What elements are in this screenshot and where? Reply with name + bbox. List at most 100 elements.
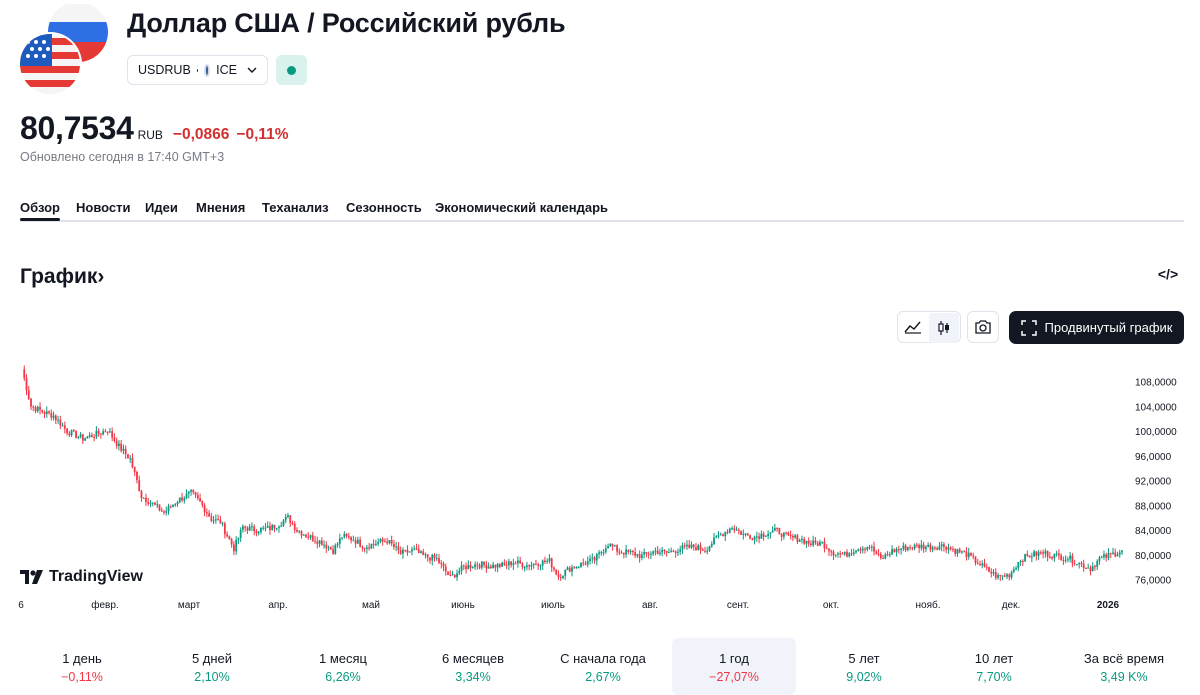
- period-label: 1 месяц: [319, 651, 367, 666]
- candle: [194, 491, 197, 498]
- tab-technicals[interactable]: Теханализ: [262, 200, 329, 215]
- candle: [124, 445, 127, 459]
- period-button[interactable]: За всё время 3,49 K%: [1062, 638, 1186, 695]
- candle: [59, 415, 62, 430]
- candle: [1019, 559, 1022, 566]
- candle: [913, 543, 916, 551]
- candle: [309, 534, 312, 540]
- candle: [893, 548, 896, 553]
- candle: [749, 534, 751, 540]
- x-tick-label: дек.: [1002, 600, 1021, 611]
- period-button[interactable]: С начала года 2,67%: [541, 638, 665, 695]
- candle: [510, 560, 513, 568]
- x-tick-label: май: [362, 600, 380, 611]
- candle: [239, 527, 242, 543]
- tab-news[interactable]: Новости: [76, 200, 131, 215]
- candle: [631, 550, 634, 556]
- candle: [214, 514, 217, 524]
- candle: [111, 427, 114, 442]
- candle: [726, 529, 729, 535]
- candles-icon[interactable]: [929, 313, 959, 343]
- candle: [1080, 561, 1083, 567]
- price-block: 80,7534 RUB −0,0866 −0,11%: [20, 110, 296, 147]
- candle: [866, 546, 869, 552]
- candle: [645, 551, 648, 558]
- candle: [230, 537, 233, 548]
- candle: [1060, 553, 1063, 561]
- candle: [63, 421, 66, 434]
- advanced-chart-button[interactable]: Продвинутый график: [1009, 311, 1184, 344]
- candle: [271, 523, 274, 531]
- candle: [602, 549, 605, 556]
- tab-ideas[interactable]: Идеи: [145, 200, 178, 215]
- candle: [668, 548, 670, 554]
- period-button[interactable]: 5 лет 9,02%: [802, 638, 926, 695]
- candle: [918, 543, 921, 554]
- candle: [420, 550, 422, 554]
- period-button[interactable]: 1 месяц 6,26%: [281, 638, 405, 695]
- embed-code-icon[interactable]: </>: [1157, 266, 1179, 288]
- period-button[interactable]: 1 день −0,11%: [20, 638, 144, 695]
- candle: [1116, 551, 1119, 557]
- symbol-selector[interactable]: USDRUB ICE: [127, 55, 268, 85]
- candle: [798, 538, 801, 543]
- symbol-ticker: USDRUB: [138, 63, 191, 77]
- exchange-name: ICE: [216, 63, 237, 77]
- candle: [1096, 559, 1099, 571]
- candle: [713, 532, 715, 546]
- candle: [483, 561, 485, 568]
- candle: [45, 406, 48, 418]
- candle: [469, 561, 472, 572]
- candle: [84, 437, 87, 441]
- candle: [1030, 552, 1033, 563]
- period-button[interactable]: 5 дней 2,10%: [150, 638, 274, 695]
- candle: [122, 444, 125, 455]
- chart-section-title[interactable]: График›: [20, 265, 104, 289]
- period-button[interactable]: 6 месяцев 3,34%: [411, 638, 535, 695]
- area-chart-icon[interactable]: [898, 312, 928, 342]
- candle: [782, 532, 785, 540]
- candle: [546, 558, 549, 564]
- period-change: 2,10%: [194, 670, 230, 684]
- candle: [260, 527, 262, 535]
- candle: [771, 526, 774, 533]
- candle: [539, 564, 542, 571]
- candle: [359, 536, 362, 548]
- candle: [924, 545, 927, 552]
- tab-opinions[interactable]: Мнения: [196, 200, 245, 215]
- price-chart[interactable]: 108,0000 104,0000 100,0000 96,0000 92,0000 88…: [0, 355, 1200, 615]
- candle: [1024, 553, 1026, 562]
- tab-overview[interactable]: Обзор: [20, 200, 60, 221]
- candle: [1082, 559, 1085, 572]
- market-status-badge[interactable]: [276, 55, 307, 85]
- period-button[interactable]: 1 год −27,07%: [672, 638, 796, 695]
- x-tick-label: окт.: [823, 600, 839, 611]
- period-button[interactable]: 10 лет 7,70%: [932, 638, 1056, 695]
- candle: [992, 569, 995, 576]
- candle: [875, 549, 878, 555]
- candle: [891, 545, 893, 556]
- camera-icon[interactable]: [967, 311, 999, 343]
- page-title: Доллар США / Российский рубль: [127, 8, 566, 38]
- candle: [440, 560, 443, 569]
- candle: [424, 552, 427, 559]
- advanced-chart-label: Продвинутый график: [1044, 320, 1173, 335]
- tab-seasonality[interactable]: Сезонность: [346, 200, 422, 215]
- period-label: 10 лет: [974, 651, 1014, 666]
- tradingview-logo-icon: [20, 570, 43, 584]
- candle: [41, 409, 44, 414]
- candle: [553, 566, 555, 572]
- candle: [573, 565, 576, 569]
- candle: [478, 563, 481, 570]
- candle: [958, 547, 961, 554]
- chart-type-toggle: [897, 311, 961, 343]
- candle: [449, 570, 452, 577]
- candle: [954, 548, 957, 557]
- candle: [426, 554, 429, 562]
- candle: [489, 564, 492, 569]
- tab-economic-calendar[interactable]: Экономический календарь: [435, 200, 608, 215]
- candle: [841, 552, 844, 555]
- candle: [789, 530, 792, 540]
- candle: [248, 523, 251, 532]
- candle: [323, 540, 325, 549]
